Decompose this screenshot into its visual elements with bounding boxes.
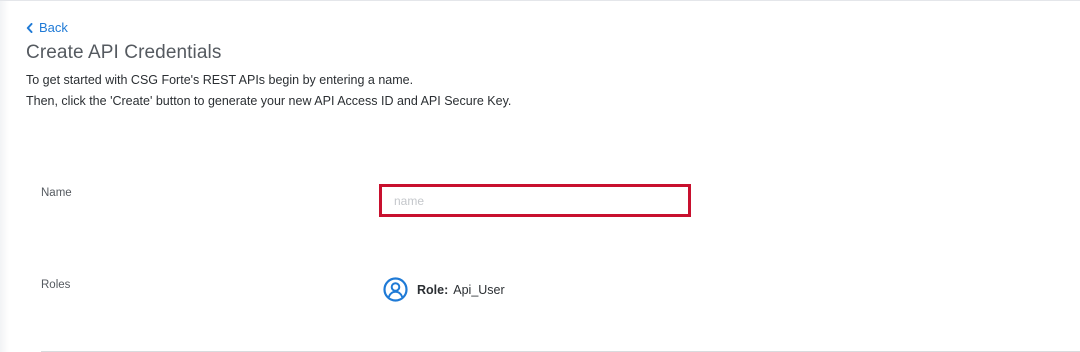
- role-value: Api_User: [453, 282, 505, 297]
- name-input[interactable]: [379, 184, 691, 217]
- back-link-label: Back: [39, 20, 68, 35]
- name-label: Name: [41, 187, 72, 199]
- role-text: Role: Api_User: [417, 283, 505, 297]
- role-entry: Role: Api_User: [383, 277, 505, 302]
- left-edge-strip: [0, 1, 9, 352]
- intro-line-2: Then, click the 'Create' button to gener…: [26, 94, 512, 108]
- user-circle-icon: [383, 277, 408, 302]
- back-link[interactable]: Back: [26, 20, 68, 35]
- chevron-left-icon: [26, 22, 33, 33]
- intro-line-1: To get started with CSG Forte's REST API…: [26, 73, 414, 87]
- create-api-credentials-page: Back Create API Credentials To get start…: [0, 0, 1080, 352]
- roles-label: Roles: [41, 279, 71, 291]
- page-title: Create API Credentials: [26, 42, 222, 63]
- role-key: Role:: [417, 282, 449, 297]
- intro-text: To get started with CSG Forte's REST API…: [26, 70, 511, 112]
